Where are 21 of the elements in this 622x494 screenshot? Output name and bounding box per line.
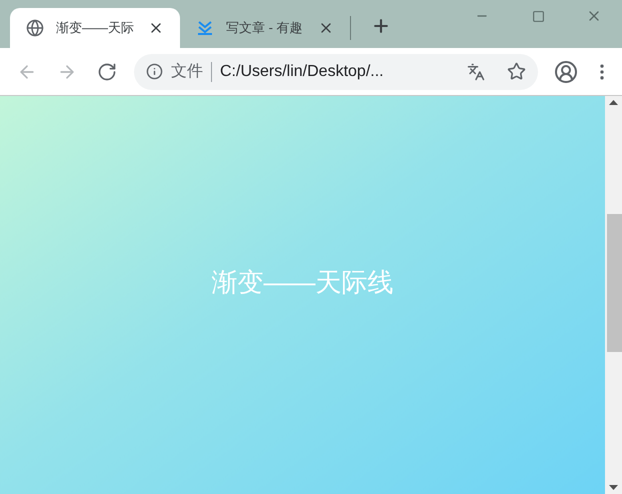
address-bar[interactable]: 文件 C:/Users/lin/Desktop/... xyxy=(134,54,538,90)
security-label: 文件 xyxy=(171,62,203,82)
star-icon[interactable] xyxy=(507,62,526,81)
scroll-up-icon[interactable] xyxy=(609,100,618,105)
tab-title: 渐变——天际 xyxy=(56,19,135,38)
tab-title: 写文章 - 有趣 xyxy=(226,19,304,38)
maximize-icon[interactable] xyxy=(532,10,544,22)
scroll-down-icon[interactable] xyxy=(609,485,618,490)
globe-icon xyxy=(26,19,44,37)
browser-tab[interactable]: 写文章 - 有趣 xyxy=(180,8,350,48)
scrollbar[interactable] xyxy=(605,96,622,494)
account-icon[interactable] xyxy=(554,60,578,84)
browser-tab[interactable]: 渐变——天际 xyxy=(10,8,180,48)
scroll-thumb[interactable] xyxy=(607,214,622,352)
info-icon[interactable] xyxy=(146,63,163,80)
chevrons-icon xyxy=(196,19,214,37)
translate-icon[interactable] xyxy=(467,62,485,80)
url-text: C:/Users/lin/Desktop/... xyxy=(220,62,385,82)
reload-icon[interactable] xyxy=(97,62,117,82)
page-heading: 渐变——天际线 xyxy=(212,266,394,298)
plus-icon[interactable] xyxy=(371,16,391,36)
